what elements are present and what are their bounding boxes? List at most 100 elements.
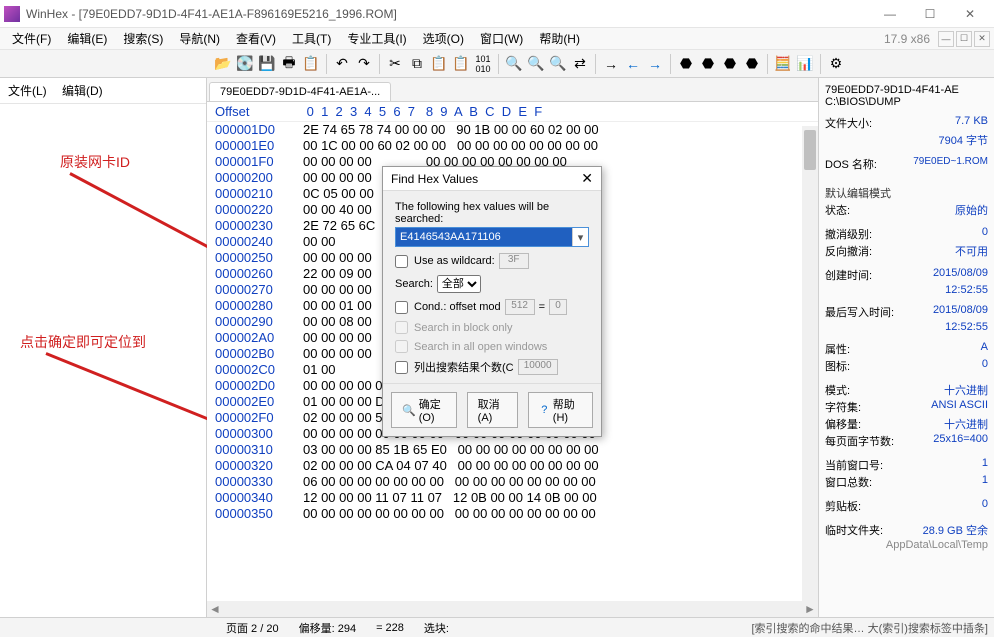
- menubar: 文件(F) 编辑(E) 搜索(S) 导航(N) 查看(V) 工具(T) 专业工具…: [0, 28, 994, 50]
- ctime-value2: 12:52:55: [945, 284, 988, 296]
- left-menu-edit[interactable]: 编辑(D): [62, 84, 103, 98]
- left-panel: 文件(L) 编辑(D) 原装网卡ID 点击确定即可定位到: [0, 78, 207, 617]
- paste2-icon[interactable]: 📋: [451, 54, 471, 74]
- mdi-restore-button[interactable]: ☐: [956, 31, 972, 47]
- ctime-label: 创建时间:: [825, 267, 872, 283]
- vertical-scrollbar[interactable]: [802, 126, 818, 601]
- hex-row[interactable]: 0000031003 00 00 00 85 1B 65 E0 00 00 00…: [215, 442, 818, 458]
- print-icon[interactable]: 🖶: [279, 54, 299, 74]
- file-tab[interactable]: 79E0EDD7-9D1D-4F41-AE1A-...: [209, 82, 391, 101]
- ok-button[interactable]: 🔍确定(O): [391, 392, 457, 428]
- minimize-button[interactable]: —: [870, 2, 910, 26]
- calc-icon[interactable]: 🧮: [773, 54, 793, 74]
- maximize-button[interactable]: ☐: [910, 2, 950, 26]
- hex-row[interactable]: 0000035000 00 00 00 00 00 00 00 00 00 00…: [215, 506, 818, 522]
- totwin-label: 窗口总数:: [825, 474, 872, 490]
- hex-row[interactable]: 000001E000 1C 00 00 60 02 00 00 00 00 00…: [215, 138, 818, 154]
- hex-row[interactable]: 0000033006 00 00 00 00 00 00 00 00 00 00…: [215, 474, 818, 490]
- back-icon[interactable]: ←: [623, 54, 643, 74]
- version-label: 17.9 x86: [884, 32, 930, 46]
- info-panel: 79E0EDD7-9D1D-4F41-AE C:\BIOS\DUMP 文件大小:…: [819, 78, 994, 617]
- find-icon[interactable]: 🔍: [504, 54, 524, 74]
- ofsfmt-label: 偏移量:: [825, 416, 861, 432]
- save-icon[interactable]: 💾: [257, 54, 277, 74]
- icon-label: 图标:: [825, 358, 850, 374]
- menu-pro[interactable]: 专业工具(I): [339, 28, 414, 49]
- attr-value: A: [981, 341, 988, 357]
- disk4-icon[interactable]: ⬣: [742, 54, 762, 74]
- hex-value-input[interactable]: [396, 228, 572, 246]
- cancel-button[interactable]: 取消(A): [467, 392, 518, 428]
- status-sel: 选块:: [424, 620, 449, 636]
- cut-icon[interactable]: ✂: [385, 54, 405, 74]
- copy-icon[interactable]: ⧉: [407, 54, 427, 74]
- hex-row[interactable]: 000001D02E 74 65 78 74 00 00 00 90 1B 00…: [215, 122, 818, 138]
- properties-icon[interactable]: 📋: [301, 54, 321, 74]
- temp-label: 临时文件夹:: [825, 522, 883, 538]
- filename-line2: C:\BIOS\DUMP: [825, 96, 988, 108]
- search-scope-label: Search:: [395, 278, 433, 290]
- offset-header: Offset: [215, 104, 303, 119]
- forward-icon[interactable]: →: [645, 54, 665, 74]
- options-icon[interactable]: ⚙: [826, 54, 846, 74]
- left-menu-file[interactable]: 文件(L): [8, 84, 47, 98]
- redo-icon[interactable]: ↷: [354, 54, 374, 74]
- menu-window[interactable]: 窗口(W): [472, 28, 531, 49]
- close-button[interactable]: ✕: [950, 2, 990, 26]
- replace-icon[interactable]: ⇄: [570, 54, 590, 74]
- dos-value: 79E0ED~1.ROM: [913, 156, 988, 172]
- hex-row[interactable]: 0000034012 00 00 00 11 07 11 07 12 0B 00…: [215, 490, 818, 506]
- edit-mode-label: 默认编辑模式: [825, 185, 988, 201]
- filename-line1: 79E0EDD7-9D1D-4F41-AE: [825, 84, 988, 96]
- dropdown-icon[interactable]: ▾: [572, 228, 588, 246]
- disk3-icon[interactable]: ⬣: [720, 54, 740, 74]
- status-offset-label: 偏移量:: [299, 623, 335, 635]
- find-text-icon[interactable]: 🔍: [548, 54, 568, 74]
- cond-checkbox[interactable]: [395, 301, 408, 314]
- menu-tools[interactable]: 工具(T): [284, 28, 339, 49]
- cond-a[interactable]: 512: [505, 299, 535, 315]
- menu-search[interactable]: 搜索(S): [115, 28, 171, 49]
- undo-label: 撤消级别:: [825, 226, 872, 242]
- list-results-checkbox[interactable]: [395, 361, 408, 374]
- dialog-close-button[interactable]: ✕: [581, 170, 593, 187]
- search-icon: 🔍: [402, 403, 416, 417]
- wildcard-value[interactable]: 3F: [499, 253, 529, 269]
- hex-row[interactable]: 0000032002 00 00 00 CA 04 07 40 00 00 00…: [215, 458, 818, 474]
- menu-edit[interactable]: 编辑(E): [59, 28, 115, 49]
- find-hex-icon[interactable]: 🔍: [526, 54, 546, 74]
- hex-value-combo[interactable]: ▾: [395, 227, 589, 247]
- help-button[interactable]: ?帮助(H): [528, 392, 593, 428]
- menu-nav[interactable]: 导航(N): [171, 28, 228, 49]
- search-scope-select[interactable]: 全部: [437, 275, 481, 293]
- mdi-close-button[interactable]: ✕: [974, 31, 990, 47]
- disk-icon[interactable]: 💽: [235, 54, 255, 74]
- toolbar: 📂 💽 💾 🖶 📋 ↶ ↷ ✂ ⧉ 📋 📋 101010 🔍 🔍 🔍 ⇄ → ←…: [0, 50, 994, 78]
- totwin-value: 1: [982, 474, 988, 490]
- scroll-thumb[interactable]: [804, 130, 816, 170]
- disk2-icon[interactable]: ⬣: [698, 54, 718, 74]
- cond-b[interactable]: 0: [549, 299, 567, 315]
- state-value: 原始的: [955, 202, 988, 218]
- undo-icon[interactable]: ↶: [332, 54, 352, 74]
- analyze-icon[interactable]: 📊: [795, 54, 815, 74]
- mdi-min-button[interactable]: —: [938, 31, 954, 47]
- menu-options[interactable]: 选项(O): [415, 28, 472, 49]
- list-results-value[interactable]: 10000: [518, 359, 558, 375]
- menu-help[interactable]: 帮助(H): [531, 28, 588, 49]
- menu-view[interactable]: 查看(V): [228, 28, 284, 49]
- annotation-1: 原装网卡ID: [60, 152, 130, 172]
- disk1-icon[interactable]: ⬣: [676, 54, 696, 74]
- paste-icon[interactable]: 📋: [429, 54, 449, 74]
- open-icon[interactable]: 📂: [213, 54, 233, 74]
- goto-icon[interactable]: →: [601, 54, 621, 74]
- horizontal-scrollbar[interactable]: ◄►: [207, 601, 818, 617]
- ofsfmt-value: 十六进制: [944, 416, 988, 432]
- binary-icon[interactable]: 101010: [473, 54, 493, 74]
- temp-path: AppData\Local\Temp: [825, 539, 988, 551]
- menu-file[interactable]: 文件(F): [4, 28, 59, 49]
- wildcard-checkbox[interactable]: [395, 255, 408, 268]
- curwin-value: 1: [982, 457, 988, 473]
- dos-label: DOS 名称:: [825, 156, 877, 172]
- block-only-label: Search in block only: [414, 322, 512, 334]
